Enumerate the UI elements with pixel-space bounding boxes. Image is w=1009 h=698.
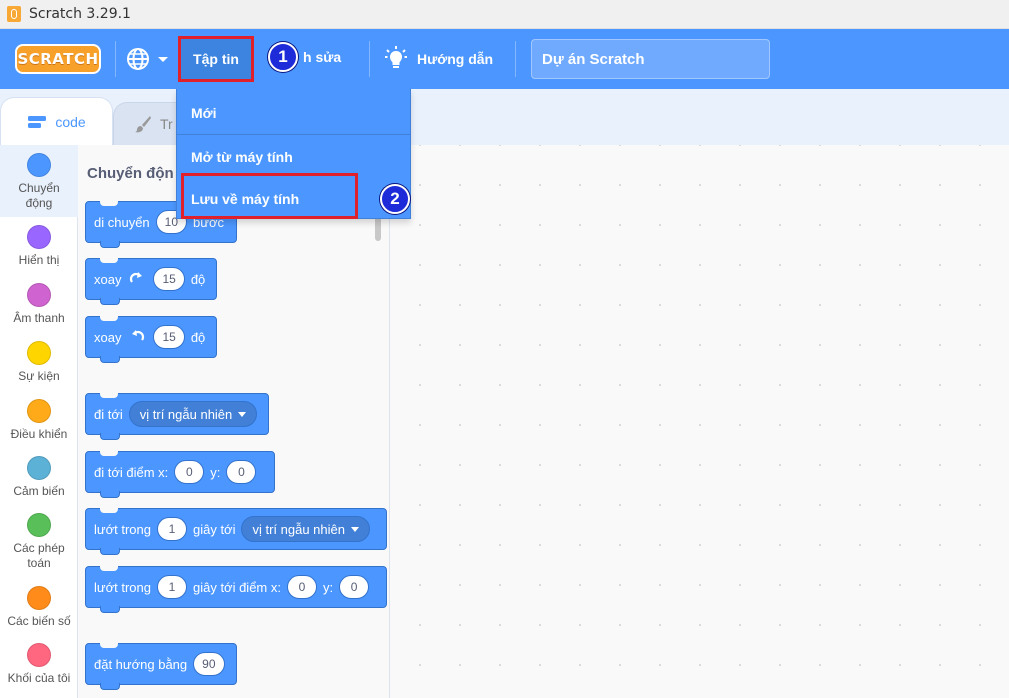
block-text: di chuyển	[94, 214, 150, 230]
edit-menu-button[interactable]: h sửa	[303, 49, 341, 65]
category-label: Các biến số	[7, 614, 71, 628]
lightbulb-icon	[385, 46, 407, 68]
block-text: xoay	[94, 271, 122, 287]
category-menu: Chuyển động Hiển thị Âm thanh Sự kiện Đi…	[0, 145, 78, 698]
block-glide-xy[interactable]: lướt trong 1 giây tới điểm x: 0 y: 0	[85, 566, 387, 613]
category-dot	[27, 643, 51, 667]
category-sensing[interactable]: Cảm biến	[0, 456, 78, 499]
step-1-badge: 1	[268, 42, 298, 72]
category-dot	[27, 399, 51, 423]
scratch-app-icon	[7, 6, 21, 22]
language-menu[interactable]	[126, 45, 172, 73]
tab-code-label: code	[55, 113, 86, 130]
block-text: lướt trong	[94, 579, 151, 595]
chevron-down-icon	[158, 57, 168, 62]
category-sound[interactable]: Âm thanh	[0, 283, 78, 326]
globe-icon	[127, 48, 149, 70]
block-y-input[interactable]: 0	[226, 460, 257, 484]
script-workspace[interactable]	[390, 145, 1009, 698]
menu-bar: SCRATCH Tập tin h sửa Hướng dẫn Dự án Sc…	[0, 29, 1009, 89]
tab-costumes-label: Tr	[160, 116, 173, 132]
block-x-input[interactable]: 0	[286, 575, 317, 599]
block-text: giây tới	[192, 521, 236, 537]
block-text: đi tới điểm x:	[94, 464, 169, 480]
glide-target-dropdown[interactable]: vị trí ngẫu nhiên	[241, 516, 370, 542]
block-glide-to[interactable]: lướt trong 1 giây tới vị trí ngẫu nhiên	[85, 508, 387, 555]
block-text: độ	[190, 329, 206, 345]
dropdown-value: vị trí ngẫu nhiên	[252, 521, 345, 537]
menu-divider	[515, 41, 516, 77]
category-motion[interactable]: Chuyển động	[0, 145, 78, 217]
block-text: đặt hướng bằng	[94, 656, 188, 672]
block-text: độ	[190, 271, 206, 287]
category-dot	[27, 225, 51, 249]
block-goto-xy[interactable]: đi tới điểm x: 0 y: 0	[85, 451, 275, 498]
file-menu-button[interactable]: Tập tin	[178, 36, 254, 82]
category-dot	[27, 153, 51, 177]
category-variables[interactable]: Các biến số	[0, 586, 78, 629]
block-turn-left[interactable]: xoay 15 độ	[85, 316, 217, 363]
block-text: xoay	[94, 329, 122, 345]
block-secs-input[interactable]: 1	[156, 575, 187, 599]
palette-heading: Chuyển độn	[87, 165, 174, 182]
rotate-left-icon	[129, 329, 145, 345]
caret-down-icon	[351, 526, 359, 532]
category-dot	[27, 586, 51, 610]
block-text: lướt trong	[94, 521, 151, 537]
menu-item-load-from-computer[interactable]: Mở từ máy tính	[177, 135, 410, 178]
code-blocks-icon	[28, 115, 47, 128]
block-text: giây tới điểm x:	[192, 579, 281, 595]
category-label: Hiển thị	[18, 253, 60, 267]
save-highlight-box	[181, 173, 358, 219]
tab-code[interactable]: code	[0, 97, 113, 145]
editor-tabs: Tr code	[0, 89, 1009, 145]
block-turn-right[interactable]: xoay 15 độ	[85, 258, 217, 305]
category-label: Chuyển động	[18, 181, 60, 210]
block-goto[interactable]: đi tới vị trí ngẫu nhiên	[85, 393, 269, 440]
category-label: Âm thanh	[13, 311, 65, 325]
category-my-blocks[interactable]: Khối của tôi	[0, 643, 78, 686]
menu-item-new[interactable]: Mới	[177, 91, 410, 134]
rotate-right-icon	[129, 271, 145, 287]
menu-divider	[369, 41, 370, 77]
block-secs-input[interactable]: 1	[156, 517, 187, 541]
category-looks[interactable]: Hiển thị	[0, 225, 78, 268]
goto-target-dropdown[interactable]: vị trí ngẫu nhiên	[128, 401, 258, 427]
block-number-input[interactable]: 15	[153, 267, 185, 291]
category-label: Khối của tôi	[7, 671, 71, 685]
category-label: Sự kiện	[18, 369, 60, 383]
block-x-input[interactable]: 0	[174, 460, 205, 484]
category-operators[interactable]: Các phép toán	[0, 513, 78, 571]
category-dot	[27, 283, 51, 307]
category-events[interactable]: Sự kiện	[0, 341, 78, 384]
caret-down-icon	[238, 411, 247, 417]
block-text: y:	[210, 464, 221, 480]
category-label: Điều khiển	[10, 427, 68, 441]
tutorials-button[interactable]: Hướng dẫn	[385, 43, 493, 75]
category-label: Các phép toán	[13, 541, 65, 570]
category-label: Cảm biến	[13, 484, 65, 498]
block-palette: Chuyển độn di chuyển 10 bước xoay 15 độ …	[78, 145, 390, 698]
category-control[interactable]: Điều khiển	[0, 399, 78, 442]
category-dot	[27, 341, 51, 365]
category-dot	[27, 513, 51, 537]
scratch-logo[interactable]: SCRATCH	[15, 44, 101, 74]
block-point-direction[interactable]: đặt hướng bằng 90	[85, 643, 237, 690]
dropdown-value: vị trí ngẫu nhiên	[139, 406, 233, 422]
menu-divider	[115, 41, 116, 77]
block-number-input[interactable]: 90	[193, 652, 225, 676]
window-title: Scratch 3.29.1	[29, 6, 131, 22]
block-text: đi tới	[94, 406, 123, 422]
window-titlebar: Scratch 3.29.1	[0, 0, 1009, 29]
tutorials-label: Hướng dẫn	[417, 51, 494, 67]
block-number-input[interactable]: 15	[153, 325, 185, 349]
block-y-input[interactable]: 0	[339, 575, 370, 599]
paintbrush-icon	[135, 116, 151, 133]
step-2-badge: 2	[380, 184, 410, 214]
category-dot	[27, 456, 51, 480]
block-text: y:	[322, 579, 334, 595]
project-title-input[interactable]: Dự án Scratch	[531, 39, 770, 79]
